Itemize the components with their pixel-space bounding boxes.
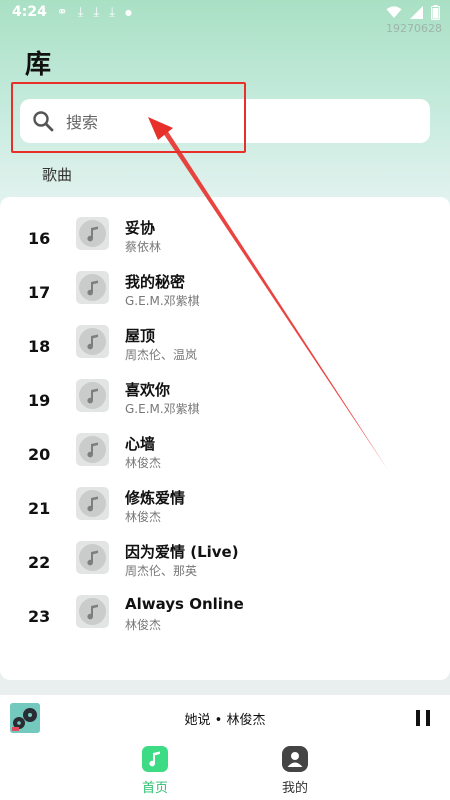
music-note-icon bbox=[79, 382, 106, 409]
song-artist: 蔡依林 bbox=[125, 240, 162, 254]
battery-icon bbox=[431, 4, 440, 20]
song-row[interactable]: 16 妥协 蔡依林 bbox=[0, 213, 450, 267]
now-playing-title: 她说 • 林俊杰 bbox=[184, 713, 266, 728]
status-time: 4:24 bbox=[12, 4, 47, 20]
mini-player[interactable]: 她说 • 林俊杰 bbox=[0, 694, 450, 740]
song-row[interactable]: 19 喜欢你 G.E.M.邓紫棋 bbox=[0, 375, 450, 429]
song-artist: 周杰伦、温岚 bbox=[125, 348, 198, 362]
section-label-songs: 歌曲 bbox=[42, 166, 73, 184]
song-index: 20 bbox=[28, 445, 51, 464]
bottom-tab-bar: 首页 我的 bbox=[0, 740, 450, 800]
song-row[interactable]: 20 心墙 林俊杰 bbox=[0, 429, 450, 483]
album-thumbnail bbox=[76, 379, 109, 412]
song-index: 21 bbox=[28, 499, 51, 518]
song-index: 22 bbox=[28, 553, 51, 572]
build-id: 19270628 bbox=[386, 22, 442, 35]
album-thumbnail bbox=[76, 487, 109, 520]
song-title: 妥协 bbox=[125, 219, 156, 237]
music-note-icon bbox=[79, 274, 106, 301]
music-note-icon bbox=[79, 544, 106, 571]
song-row[interactable]: 21 修炼爱情 林俊杰 bbox=[0, 483, 450, 537]
song-index: 17 bbox=[28, 283, 51, 302]
song-index: 23 bbox=[28, 607, 51, 626]
pause-icon bbox=[416, 710, 420, 726]
album-thumbnail bbox=[76, 217, 109, 250]
song-index: 16 bbox=[28, 229, 51, 248]
dot-icon: ● bbox=[124, 7, 132, 17]
song-list: 16 妥协 蔡依林 17 我的秘密 G.E.M.邓紫棋 18 屋顶 周杰伦、温岚… bbox=[0, 197, 450, 680]
album-thumbnail bbox=[76, 271, 109, 304]
song-row[interactable]: 23 Always Online 林俊杰 bbox=[0, 591, 450, 645]
song-index: 19 bbox=[28, 391, 51, 410]
music-note-icon bbox=[79, 490, 106, 517]
tab-mine[interactable]: 我的 bbox=[265, 746, 325, 798]
song-row[interactable]: 18 屋顶 周杰伦、温岚 bbox=[0, 321, 450, 375]
user-icon bbox=[282, 746, 308, 772]
annotation-highlight-box bbox=[11, 82, 246, 153]
headphones-icon: ⚭ bbox=[56, 4, 68, 20]
song-title: 修炼爱情 bbox=[125, 489, 186, 507]
song-artist: 林俊杰 bbox=[125, 618, 162, 632]
tab-mine-label: 我的 bbox=[281, 781, 308, 796]
status-bar: 4:24 ⚭ ⤓ ⤓ ⤓ ● bbox=[0, 0, 450, 24]
signal-icon bbox=[410, 5, 423, 19]
song-artist: 林俊杰 bbox=[125, 510, 162, 524]
music-note-icon bbox=[79, 328, 106, 355]
song-title: 心墙 bbox=[125, 435, 156, 453]
song-title: 喜欢你 bbox=[125, 381, 171, 399]
status-left: 4:24 ⚭ ⤓ ⤓ ⤓ ● bbox=[12, 4, 132, 20]
album-thumbnail bbox=[76, 433, 109, 466]
song-title: 我的秘密 bbox=[125, 273, 186, 291]
song-title: 屋顶 bbox=[125, 327, 156, 345]
download-icon: ⤓ bbox=[93, 4, 100, 20]
album-thumbnail bbox=[76, 325, 109, 358]
download-icon: ⤓ bbox=[109, 4, 115, 20]
wifi-icon bbox=[386, 5, 402, 18]
album-thumbnail bbox=[76, 595, 109, 628]
music-note-icon bbox=[79, 436, 106, 463]
song-artist: 林俊杰 bbox=[125, 456, 162, 470]
song-index: 18 bbox=[28, 337, 51, 356]
album-thumbnail bbox=[76, 541, 109, 574]
music-note-icon bbox=[142, 746, 168, 772]
tab-home[interactable]: 首页 bbox=[125, 746, 185, 798]
tab-home-label: 首页 bbox=[141, 781, 168, 796]
song-title: Always Online bbox=[125, 595, 244, 613]
download-icon: ⤓ bbox=[77, 4, 84, 20]
music-note-icon bbox=[79, 598, 106, 625]
song-artist: 周杰伦、那英 bbox=[125, 564, 198, 578]
pause-icon bbox=[426, 710, 430, 726]
song-title: 因为爱情 (Live) bbox=[125, 543, 239, 561]
song-artist: G.E.M.邓紫棋 bbox=[125, 402, 200, 416]
song-artist: G.E.M.邓紫棋 bbox=[125, 294, 200, 308]
song-row[interactable]: 17 我的秘密 G.E.M.邓紫棋 bbox=[0, 267, 450, 321]
pause-button[interactable] bbox=[416, 710, 430, 726]
music-note-icon bbox=[79, 220, 106, 247]
song-row[interactable]: 22 因为爱情 (Live) 周杰伦、那英 bbox=[0, 537, 450, 591]
page-title: 库 bbox=[25, 50, 52, 80]
status-right bbox=[386, 4, 440, 20]
